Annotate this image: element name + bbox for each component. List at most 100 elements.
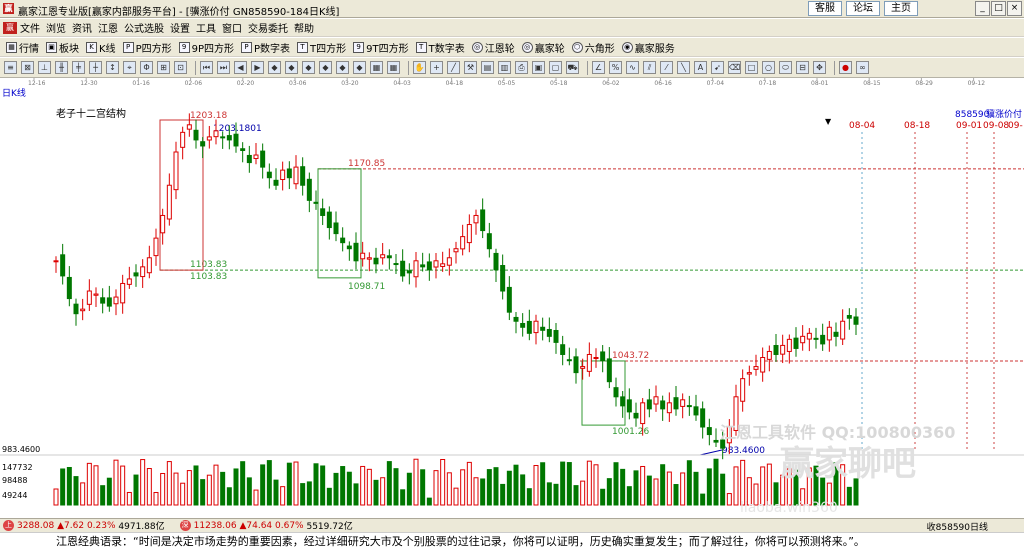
wave-icon[interactable]: ∿: [626, 61, 639, 74]
grid-icon[interactable]: ⊞: [157, 61, 170, 74]
arrow-icon[interactable]: ↕: [106, 61, 119, 74]
volume-bar: [400, 489, 406, 506]
menu-help[interactable]: 帮助: [294, 20, 320, 35]
bar-icon[interactable]: ⊥: [38, 61, 51, 74]
candle-body: [753, 366, 759, 370]
kline-chart[interactable]: 老子十二宫结构 858590 骥涨价付 ▼ 08-04 08-18 09-01 09-08 09…: [0, 100, 1024, 518]
volume-bar: [406, 472, 412, 506]
volume-bar: [266, 460, 272, 506]
tb-gann-wheel[interactable]: ◎ 江恩轮: [471, 40, 515, 55]
print-icon[interactable]: ⎙: [515, 61, 528, 74]
grid2-icon[interactable]: ▦: [370, 61, 383, 74]
menu-settings[interactable]: 设置: [170, 20, 196, 35]
diamond1-icon[interactable]: ◆: [268, 61, 281, 74]
close-icon[interactable]: ×: [1007, 1, 1022, 16]
plus-icon[interactable]: +: [430, 61, 443, 74]
menu-trade[interactable]: 交易委托: [248, 20, 294, 35]
text-icon[interactable]: A: [694, 61, 707, 74]
first-icon[interactable]: ⏮: [200, 61, 213, 74]
candle-body: [433, 260, 439, 268]
candle-body: [440, 263, 446, 267]
separator: [587, 60, 588, 75]
diamond5-icon[interactable]: ◆: [336, 61, 349, 74]
tb-9t-square[interactable]: 9 9T四方形: [353, 40, 409, 55]
hand-icon[interactable]: ✋: [413, 61, 426, 74]
chart-icon[interactable]: ▤: [481, 61, 494, 74]
menu-tools[interactable]: 工具: [196, 20, 222, 35]
tb-p-table[interactable]: P P数字表: [241, 40, 290, 55]
fan-icon[interactable]: ⫽: [643, 61, 656, 74]
menu-window[interactable]: 窗口: [222, 20, 248, 35]
percent-icon[interactable]: %: [609, 61, 622, 74]
angle-icon[interactable]: ∠: [592, 61, 605, 74]
maximize-icon[interactable]: □: [991, 1, 1006, 16]
grid3-icon[interactable]: ▦: [387, 61, 400, 74]
diamond4-icon[interactable]: ◆: [319, 61, 332, 74]
tb-t-square[interactable]: T T四方形: [297, 40, 346, 55]
tb-winner-wheel[interactable]: ◎ 赢家轮: [521, 40, 565, 55]
index-sz[interactable]: 深 11238.06 ▲74.64 0.67% 5519.72亿: [177, 519, 353, 532]
car-icon[interactable]: ⛟: [566, 61, 579, 74]
menu-info[interactable]: 资讯: [72, 20, 98, 35]
candle-body: [586, 353, 592, 372]
cross-icon[interactable]: ⌖: [123, 61, 136, 74]
arrow2-icon[interactable]: ➹: [711, 61, 724, 74]
link-forum[interactable]: 论坛: [846, 1, 880, 16]
list-icon[interactable]: ≡: [4, 61, 17, 74]
line-icon[interactable]: ╱: [447, 61, 460, 74]
volume-bar: [300, 483, 306, 506]
kline-svg[interactable]: 老子十二宫结构 858590骥涨价付 ▼ 08-04 08-18 09-01 09-0809…: [0, 100, 1024, 518]
label-1098: 1098.71: [348, 282, 385, 292]
candle-icon[interactable]: ╫: [55, 61, 68, 74]
tb-hexagon[interactable]: ⬡ 六角形: [571, 40, 615, 55]
menu-browse[interactable]: 浏览: [46, 20, 72, 35]
tb-kline[interactable]: K K线: [86, 40, 116, 55]
eraser-icon[interactable]: ⌫: [728, 61, 741, 74]
volume-bar: [513, 464, 519, 506]
candle-body: [846, 315, 852, 319]
tb-quotes[interactable]: ▦ 行情: [6, 40, 39, 55]
tb-p-square[interactable]: P P四方形: [122, 40, 172, 55]
link-home[interactable]: 主页: [884, 1, 918, 16]
level-1043-label: 1043.72: [612, 351, 649, 361]
label-1001: 1001.26: [612, 427, 649, 437]
minimize-icon[interactable]: _: [975, 1, 990, 16]
box2-icon[interactable]: ⊟: [796, 61, 809, 74]
left-icon[interactable]: ◀: [234, 61, 247, 74]
zoom-icon[interactable]: ⊠: [21, 61, 34, 74]
phase-icon[interactable]: Φ: [140, 61, 153, 74]
candle2-icon[interactable]: ╪: [72, 61, 85, 74]
volume-bar: [173, 472, 179, 506]
line2-icon[interactable]: ⁄: [660, 61, 673, 74]
tb-sector[interactable]: ▣ 板块: [46, 40, 79, 55]
menu-formula[interactable]: 公式选股: [124, 20, 170, 35]
save-icon[interactable]: ▣: [532, 61, 545, 74]
diamond6-icon[interactable]: ◆: [353, 61, 366, 74]
square-icon[interactable]: □: [745, 61, 758, 74]
circle-icon[interactable]: ○: [762, 61, 775, 74]
tools-icon[interactable]: ⚒: [464, 61, 477, 74]
right-icon[interactable]: ▶: [251, 61, 264, 74]
record-icon[interactable]: ●: [839, 61, 852, 74]
tb-t-table[interactable]: T T数字表: [415, 40, 465, 55]
menu-file[interactable]: 文件: [20, 20, 46, 35]
box-icon[interactable]: ▢: [549, 61, 562, 74]
table-icon[interactable]: ▥: [498, 61, 511, 74]
tb-service[interactable]: ◉ 赢家服务: [621, 40, 675, 55]
last-icon[interactable]: ⏭: [217, 61, 230, 74]
index-sh[interactable]: 上 3288.08 ▲7.62 0.23% 4971.88亿: [0, 519, 165, 532]
candle3-icon[interactable]: ┼: [89, 61, 102, 74]
candle-body: [513, 316, 519, 322]
candle-body: [740, 378, 746, 402]
link-service[interactable]: 客服: [808, 1, 842, 16]
move-icon[interactable]: ✥: [813, 61, 826, 74]
diamond3-icon[interactable]: ◆: [302, 61, 315, 74]
tb-9p-square[interactable]: 9 9P四方形: [178, 40, 234, 55]
infinity-icon[interactable]: ∞: [856, 61, 869, 74]
ellipse-icon[interactable]: ⬭: [779, 61, 792, 74]
menu-gann[interactable]: 江恩: [98, 20, 124, 35]
line3-icon[interactable]: ╲: [677, 61, 690, 74]
clear-icon[interactable]: ⊡: [174, 61, 187, 74]
volume-bar: [306, 481, 312, 506]
diamond2-icon[interactable]: ◆: [285, 61, 298, 74]
